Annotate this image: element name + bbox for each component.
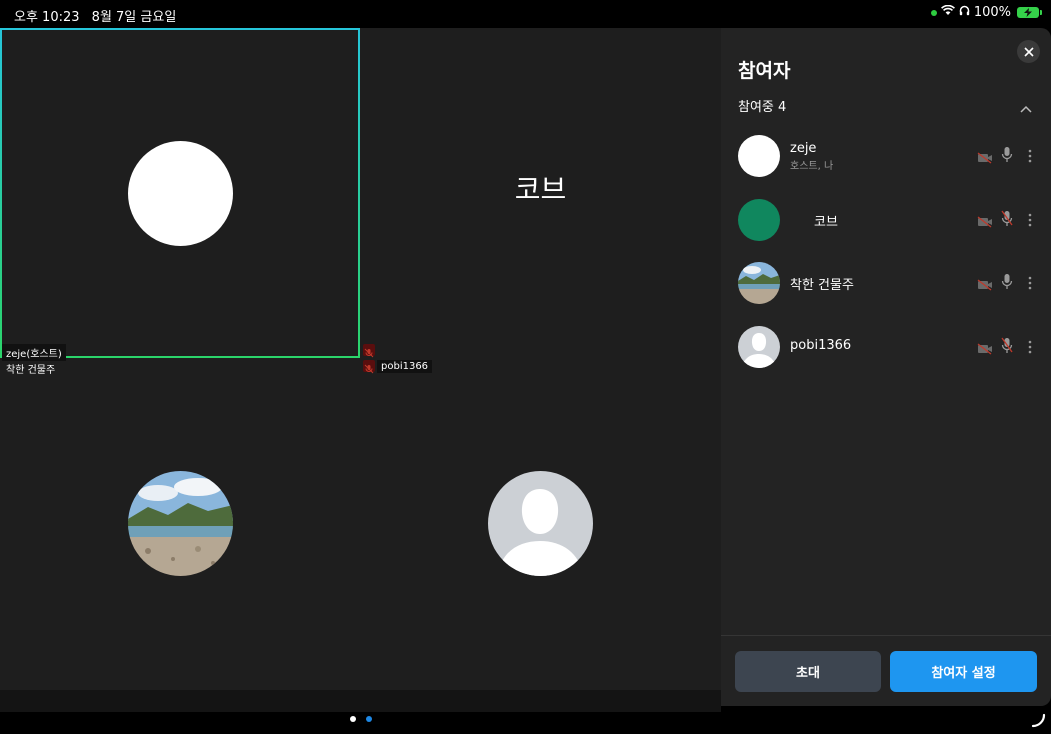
- chevron-up-icon[interactable]: [1020, 98, 1032, 117]
- avatar: [738, 135, 780, 177]
- divider: [721, 635, 1051, 636]
- camera-off-icon[interactable]: [977, 340, 993, 359]
- status-bar: 오후 10:23 8월 7일 금요일 100%: [0, 0, 1051, 28]
- tile-name-label: 착한 건물주: [6, 365, 56, 376]
- muted-mic-icon: [363, 344, 375, 358]
- mic-icon[interactable]: [1001, 273, 1013, 294]
- section-header-participating[interactable]: 참여중 4: [738, 96, 786, 115]
- avatar: [738, 199, 780, 241]
- battery-percent: 100%: [973, 5, 1011, 20]
- page-indicator[interactable]: [0, 710, 721, 726]
- participants-panel: 참여자 참여중 4 zeje 호스트, 나 코브 착한 건물주 pobi1366…: [721, 28, 1051, 706]
- participant-row[interactable]: 착한 건물주: [721, 262, 1051, 318]
- participant-name: 코브: [814, 215, 838, 230]
- wifi-icon: [940, 4, 955, 20]
- avatar-photo: [738, 262, 780, 304]
- muted-mic-icon: [363, 360, 375, 374]
- close-panel-button[interactable]: [1017, 40, 1040, 63]
- camera-off-icon[interactable]: [977, 213, 993, 232]
- page-dot-active[interactable]: [366, 716, 372, 722]
- avatar-chakhan-photo: [128, 471, 233, 576]
- more-options-icon[interactable]: [1028, 212, 1032, 231]
- video-grid: zeje(호스트) 착한 건물주 pobi1366 코브: [0, 28, 721, 722]
- panel-title: 참여자: [738, 60, 791, 82]
- tile-name-label: pobi1366: [377, 360, 433, 373]
- status-bar-datetime: 오후 10:23 8월 7일 금요일: [14, 6, 176, 25]
- avatar-pobi-default: [488, 471, 593, 576]
- invite-button[interactable]: 초대: [735, 651, 881, 692]
- participant-name: zeje: [790, 141, 817, 156]
- participant-row[interactable]: pobi1366: [721, 326, 1051, 382]
- participant-settings-button[interactable]: 참여자 설정: [890, 651, 1037, 692]
- battery-charging-icon: [1017, 7, 1042, 18]
- camera-off-icon[interactable]: [977, 149, 993, 168]
- participant-row[interactable]: zeje 호스트, 나: [721, 135, 1051, 191]
- status-date: 8월 7일 금요일: [91, 10, 177, 25]
- tile-name-label: zeje(호스트): [2, 344, 66, 361]
- close-icon: [1023, 46, 1034, 57]
- camera-in-use-indicator: [930, 9, 937, 16]
- participant-role: 호스트, 나: [790, 161, 834, 172]
- status-time: 오후 10:23: [14, 10, 80, 25]
- participant-row[interactable]: 코브: [721, 199, 1051, 255]
- mic-muted-icon[interactable]: [1001, 337, 1013, 358]
- camera-off-icon[interactable]: [977, 276, 993, 295]
- video-tile-kobu-name: 코브: [514, 173, 567, 206]
- mic-muted-icon[interactable]: [1001, 210, 1013, 231]
- resize-handle-icon[interactable]: [1030, 712, 1046, 732]
- bottom-toolbar-strip: [0, 690, 721, 712]
- headphones-icon: [959, 5, 970, 20]
- status-bar-indicators: 100%: [930, 4, 1042, 20]
- more-options-icon[interactable]: [1028, 148, 1032, 167]
- participant-name: pobi1366: [790, 338, 852, 353]
- participant-name: 착한 건물주: [790, 278, 854, 293]
- mic-icon[interactable]: [1001, 146, 1013, 167]
- more-options-icon[interactable]: [1028, 275, 1032, 294]
- active-speaker-frame: [0, 28, 360, 358]
- more-options-icon[interactable]: [1028, 339, 1032, 358]
- avatar-default: [738, 326, 780, 368]
- page-dot[interactable]: [350, 716, 356, 722]
